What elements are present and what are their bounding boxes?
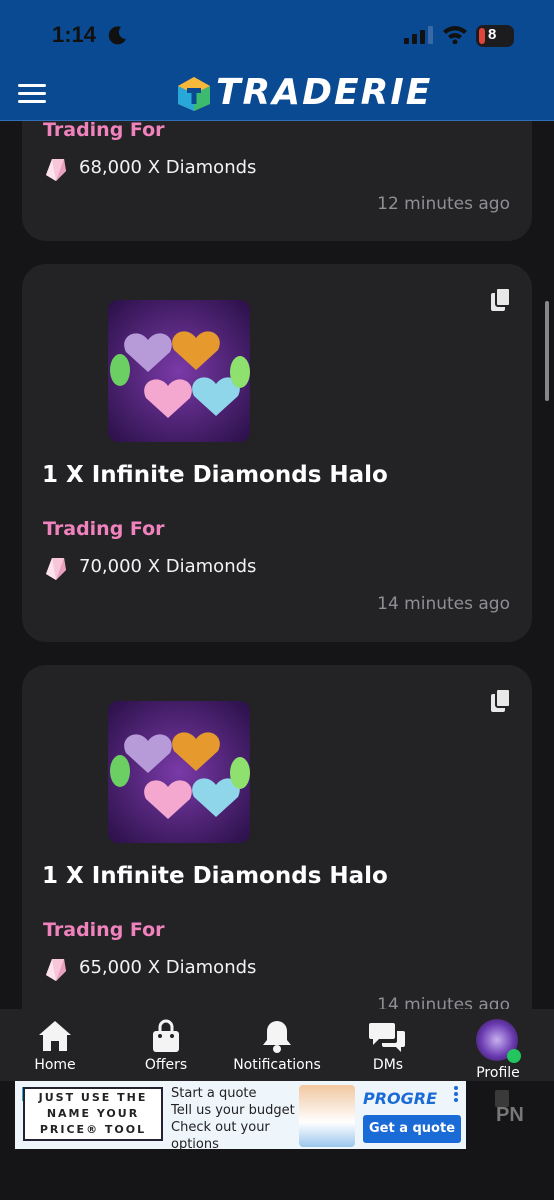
diamond-icon (46, 159, 66, 181)
chat-bubbles-icon (369, 1023, 405, 1052)
ad-line: options (171, 1137, 219, 1149)
nav-offers[interactable]: Offers (131, 1009, 201, 1081)
signal-icon (404, 26, 433, 44)
listing-time-ago: 12 minutes ago (377, 194, 510, 214)
diamond-icon (46, 959, 66, 981)
moon-icon (108, 26, 126, 45)
ad-tagline-1: JUST USE THE (38, 1091, 148, 1104)
hamburger-menu-button[interactable] (18, 84, 46, 106)
nav-profile-label: Profile (476, 1065, 520, 1081)
brand-name[interactable]: TRADERIE (216, 72, 432, 113)
nav-notifications-label: Notifications (233, 1057, 321, 1073)
nav-home-label: Home (34, 1057, 76, 1073)
ad-banner[interactable]: JUST USE THE NAME YOUR PRICE® TOOL Start… (15, 1081, 466, 1149)
listing-time-ago: 14 minutes ago (377, 594, 510, 614)
listing-price: 68,000 X Diamonds (79, 157, 257, 178)
ad-tagline-3: PRICE® TOOL (39, 1123, 147, 1136)
item-image[interactable] (108, 300, 250, 442)
bottom-nav: Home Offers Notifications DMs Profile (0, 1009, 554, 1081)
ad-line: Tell us your budget (171, 1103, 295, 1118)
copy-icon[interactable] (490, 288, 512, 312)
nav-home[interactable]: Home (20, 1009, 90, 1081)
item-name[interactable]: 1 X Infinite Diamonds Halo (42, 863, 388, 889)
app-header: TRADERIE (0, 68, 554, 121)
ad-line: Start a quote (171, 1086, 257, 1101)
listing-card[interactable]: 1 X Infinite Diamonds Halo Trading For 6… (22, 665, 532, 1009)
trading-for-label: Trading For (43, 919, 165, 941)
status-time: 1:14 (52, 22, 97, 47)
traderie-logo-icon (178, 77, 210, 111)
listing-card[interactable]: Trading For 68,000 X Diamonds 12 minutes… (22, 121, 532, 241)
battery-level: 8 (488, 26, 497, 43)
ad-brand: PROGRE (363, 1089, 438, 1108)
listing-card[interactable]: 1 X Infinite Diamonds Halo Trading For 7… (22, 264, 532, 642)
home-icon (39, 1021, 71, 1051)
ad-person-image (299, 1085, 355, 1147)
listing-price: 70,000 X Diamonds (79, 556, 257, 577)
ad-tagline-2: NAME YOUR (46, 1107, 140, 1120)
item-image[interactable] (108, 701, 250, 843)
ad-copy: Start a quote Tell us your budget Check … (171, 1085, 295, 1149)
scrollbar[interactable] (545, 301, 549, 401)
nav-offers-label: Offers (144, 1057, 188, 1073)
trading-for-label: Trading For (43, 518, 165, 540)
status-bar: 1:14 8 (0, 0, 554, 68)
diamond-icon (46, 558, 66, 580)
bell-icon (263, 1021, 291, 1053)
wifi-icon (443, 26, 467, 44)
item-name[interactable]: 1 X Infinite Diamonds Halo (42, 462, 388, 488)
nav-notifications[interactable]: Notifications (228, 1009, 326, 1081)
more-options-icon[interactable] (453, 1085, 459, 1103)
ad-tagline-box: JUST USE THE NAME YOUR PRICE® TOOL (23, 1087, 163, 1141)
ad-line: Check out your (171, 1120, 270, 1135)
listings-feed[interactable]: Trading For 68,000 X Diamonds 12 minutes… (0, 121, 554, 1009)
copy-icon[interactable] (490, 689, 512, 713)
online-status-dot (507, 1049, 521, 1063)
listing-time-ago: 14 minutes ago (377, 995, 510, 1009)
get-a-quote-button[interactable]: Get a quote (363, 1115, 461, 1143)
shopping-bag-icon (153, 1019, 179, 1052)
battery-indicator: 8 (476, 25, 514, 47)
nav-profile[interactable]: Profile (463, 1009, 533, 1081)
watermark-text: PN (496, 1104, 524, 1126)
listing-price: 65,000 X Diamonds (79, 957, 257, 978)
nav-dms-label: DMs (372, 1057, 404, 1073)
nav-dms[interactable]: DMs (353, 1009, 423, 1081)
trading-for-label: Trading For (43, 121, 165, 141)
